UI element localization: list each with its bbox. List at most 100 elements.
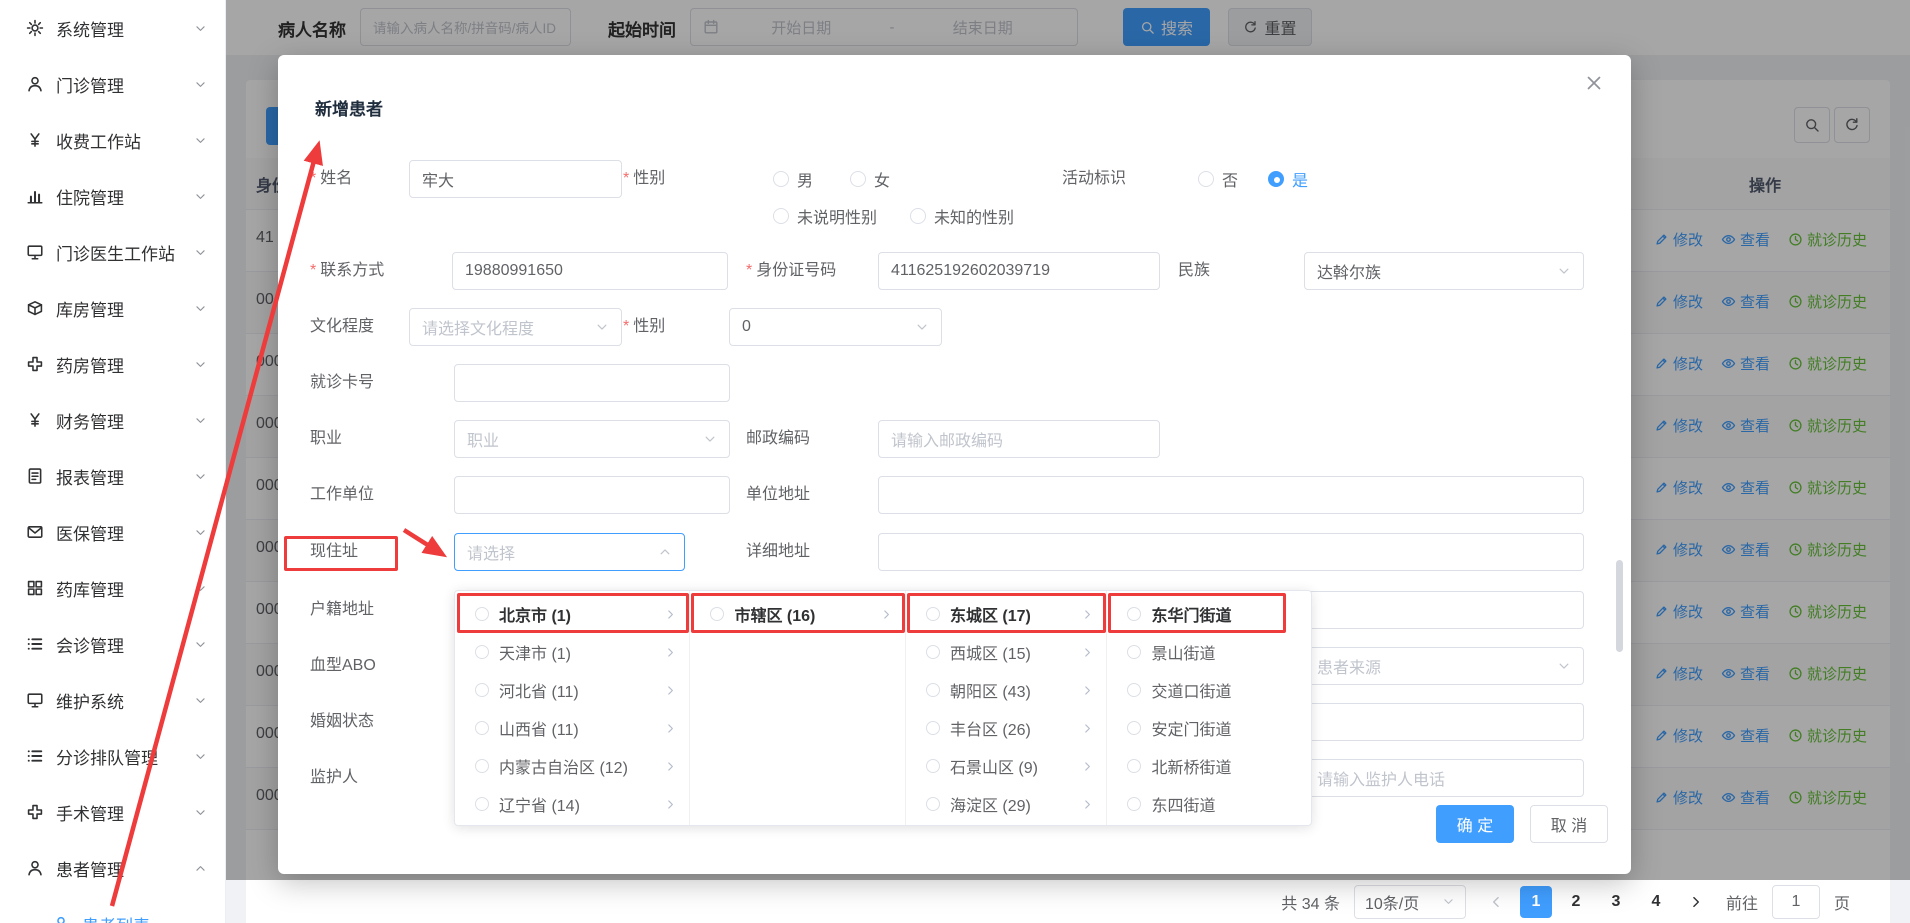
next-page-button[interactable] bbox=[1680, 886, 1712, 918]
gender-radio-unstated[interactable]: 未说明性别 bbox=[773, 205, 877, 227]
radio-icon[interactable] bbox=[1127, 721, 1141, 735]
cascader-option[interactable]: 丰台区 (26) bbox=[906, 709, 1107, 747]
gender-radio-male[interactable]: 男 bbox=[773, 168, 813, 190]
chevron-down-icon bbox=[194, 582, 207, 595]
name-input[interactable]: 牢大 bbox=[409, 160, 622, 198]
page-button[interactable]: 2 bbox=[1560, 886, 1592, 918]
radio-icon[interactable] bbox=[1127, 607, 1141, 621]
modal-scrollbar[interactable] bbox=[1616, 560, 1623, 652]
sidebar-item[interactable]: 库房管理 bbox=[0, 280, 225, 336]
prev-page-button[interactable] bbox=[1480, 886, 1512, 918]
sidebar-item[interactable]: 会诊管理 bbox=[0, 616, 225, 672]
radio-icon[interactable] bbox=[926, 645, 940, 659]
current-address-select[interactable]: 请选择 bbox=[454, 533, 685, 571]
page-size-select[interactable]: 10条/页 bbox=[1354, 885, 1466, 919]
radio-icon[interactable] bbox=[926, 721, 940, 735]
sidebar-item[interactable]: 医保管理 bbox=[0, 504, 225, 560]
goto-label: 前往 bbox=[1726, 890, 1758, 914]
sidebar-item[interactable]: 收费工作站 bbox=[0, 112, 225, 168]
radio-icon[interactable] bbox=[926, 607, 940, 621]
guardian-phone-input[interactable]: 请输入监护人电话 bbox=[1304, 759, 1584, 797]
radio-icon[interactable] bbox=[926, 683, 940, 697]
cascader-option[interactable]: 山西省 (11) bbox=[455, 709, 689, 747]
sidebar-item-label: 患者管理 bbox=[56, 856, 182, 881]
sidebar-item[interactable]: 药库管理 bbox=[0, 560, 225, 616]
radio-icon[interactable] bbox=[926, 759, 940, 773]
radio-icon[interactable] bbox=[1127, 683, 1141, 697]
cascader-option[interactable]: 北新桥街道 bbox=[1107, 747, 1311, 785]
postal-code-input[interactable]: 请输入邮政编码 bbox=[878, 420, 1160, 458]
radio-icon[interactable] bbox=[926, 797, 940, 811]
occupation-select[interactable]: 职业 bbox=[454, 420, 730, 458]
contact-input[interactable]: 19880991650 bbox=[452, 252, 728, 290]
cascader-option[interactable]: 辽宁省 (14) bbox=[455, 785, 689, 823]
radio-icon[interactable] bbox=[475, 683, 489, 697]
marital-status-input[interactable] bbox=[1304, 703, 1584, 741]
list-icon bbox=[26, 747, 44, 765]
detail-address-input[interactable] bbox=[878, 533, 1584, 571]
chevron-down-icon bbox=[1442, 895, 1455, 908]
sidebar-item[interactable]: 维护系统 bbox=[0, 672, 225, 728]
active-flag-radio-yes[interactable]: 是 bbox=[1268, 168, 1308, 190]
cascader-option[interactable]: 天津市 (1) bbox=[455, 633, 689, 671]
radio-icon[interactable] bbox=[475, 607, 489, 621]
sidebar-item[interactable]: 报表管理 bbox=[0, 448, 225, 504]
work-unit-input[interactable] bbox=[454, 476, 730, 514]
cascader-option[interactable]: 朝阳区 (43) bbox=[906, 671, 1107, 709]
page-button[interactable]: 1 bbox=[1520, 886, 1552, 918]
radio-icon[interactable] bbox=[710, 607, 724, 621]
education-select[interactable]: 请选择文化程度 bbox=[409, 308, 622, 346]
chevron-down-icon bbox=[194, 78, 207, 91]
cascader-option[interactable]: 河北省 (11) bbox=[455, 671, 689, 709]
sidebar-item-label: 住院管理 bbox=[56, 184, 182, 209]
cascader-option[interactable]: 景山街道 bbox=[1107, 633, 1311, 671]
cascader-option[interactable]: 石景山区 (9) bbox=[906, 747, 1107, 785]
radio-icon[interactable] bbox=[475, 759, 489, 773]
chevron-down-icon bbox=[1557, 659, 1571, 673]
sidebar-item[interactable]: 住院管理 bbox=[0, 168, 225, 224]
patient-source-select[interactable]: 患者来源 bbox=[1304, 647, 1584, 685]
page-suffix-label: 页 bbox=[1834, 890, 1850, 914]
sidebar-subitem-patient-list[interactable]: 患者列表 bbox=[0, 896, 225, 923]
gender-code-select[interactable]: 0 bbox=[729, 308, 942, 346]
gender-radio-unknown[interactable]: 未知的性别 bbox=[910, 205, 1014, 227]
cascader-option[interactable]: 交道口街道 bbox=[1107, 671, 1311, 709]
sidebar-item[interactable]: 分诊排队管理 bbox=[0, 728, 225, 784]
chevron-right-icon bbox=[1081, 646, 1094, 659]
cascader-option[interactable]: 海淀区 (29) bbox=[906, 785, 1107, 823]
radio-icon[interactable] bbox=[475, 797, 489, 811]
active-flag-radio-no[interactable]: 否 bbox=[1198, 168, 1238, 190]
household-address-input[interactable] bbox=[1304, 591, 1584, 629]
page-button[interactable]: 4 bbox=[1640, 886, 1672, 918]
radio-icon[interactable] bbox=[1127, 797, 1141, 811]
gender-radio-female[interactable]: 女 bbox=[850, 168, 890, 190]
confirm-button[interactable]: 确 定 bbox=[1436, 805, 1514, 843]
cascader-option[interactable]: 东四街道 bbox=[1107, 785, 1311, 823]
cascader-option[interactable]: 市辖区 (16) bbox=[690, 595, 905, 633]
cascader-option[interactable]: 东城区 (17) bbox=[906, 595, 1107, 633]
cascader-option[interactable]: 北京市 (1) bbox=[455, 595, 689, 633]
radio-icon[interactable] bbox=[475, 721, 489, 735]
close-icon[interactable] bbox=[1584, 73, 1604, 93]
ethnicity-select[interactable]: 达斡尔族 bbox=[1304, 252, 1584, 290]
page-button[interactable]: 3 bbox=[1600, 886, 1632, 918]
cascader-option[interactable]: 内蒙古自治区 (12) bbox=[455, 747, 689, 785]
card-no-input[interactable] bbox=[454, 364, 730, 402]
id-number-input[interactable]: 411625192602039719 bbox=[878, 252, 1160, 290]
cancel-button[interactable]: 取 消 bbox=[1530, 805, 1608, 843]
sidebar-item[interactable]: 门诊医生工作站 bbox=[0, 224, 225, 280]
radio-icon[interactable] bbox=[475, 645, 489, 659]
sidebar-item[interactable]: 财务管理 bbox=[0, 392, 225, 448]
sidebar-item[interactable]: 患者管理 bbox=[0, 840, 225, 896]
radio-icon[interactable] bbox=[1127, 759, 1141, 773]
cascader-option[interactable]: 安定门街道 bbox=[1107, 709, 1311, 747]
cascader-option[interactable]: 西城区 (15) bbox=[906, 633, 1107, 671]
sidebar-item[interactable]: 药房管理 bbox=[0, 336, 225, 392]
unit-address-input[interactable] bbox=[878, 476, 1584, 514]
sidebar-item[interactable]: 门诊管理 bbox=[0, 56, 225, 112]
radio-icon[interactable] bbox=[1127, 645, 1141, 659]
cascader-option[interactable]: 东华门街道 bbox=[1107, 595, 1311, 633]
goto-page-input[interactable]: 1 bbox=[1772, 885, 1820, 919]
sidebar-item[interactable]: 系统管理 bbox=[0, 0, 225, 56]
sidebar-item[interactable]: 手术管理 bbox=[0, 784, 225, 840]
